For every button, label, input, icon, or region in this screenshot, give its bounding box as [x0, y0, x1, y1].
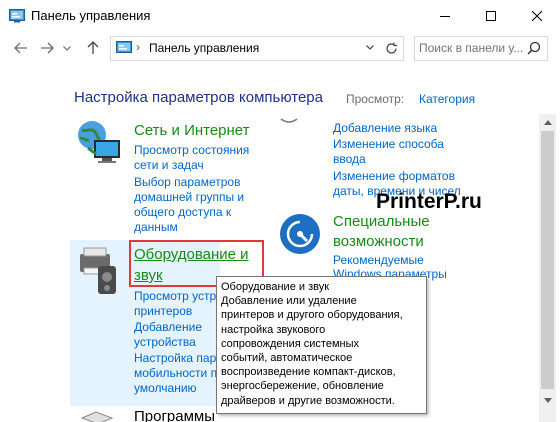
tooltip-line: воспроизведение компакт-дисков,	[221, 366, 396, 379]
view-by-label: Просмотр:	[346, 92, 405, 106]
programs-icon[interactable]	[78, 408, 118, 422]
category-network-internet[interactable]: Сеть и Интернет	[134, 121, 250, 141]
link-change-input-method[interactable]: Изменение способа	[333, 137, 444, 152]
window-title: Панель управления	[31, 8, 151, 23]
breadcrumb[interactable]: Панель управления	[149, 41, 259, 55]
link-add-device-cont[interactable]: устройства	[134, 335, 196, 350]
page-title: Настройка параметров компьютера	[74, 89, 323, 106]
maximize-icon	[486, 10, 496, 21]
forward-button[interactable]	[36, 37, 58, 59]
globe-network-icon	[78, 121, 120, 163]
category-hardware-sound-line2[interactable]: звук	[134, 266, 163, 286]
up-button[interactable]	[82, 37, 104, 59]
minimize-button[interactable]	[422, 0, 468, 31]
link-mobility-settings-cont1[interactable]: мобильности п	[134, 366, 217, 381]
search-input[interactable]	[419, 40, 524, 56]
view-by-dropdown[interactable]: Категория	[419, 92, 475, 106]
network-internet-icon[interactable]	[74, 118, 124, 168]
control-panel-icon	[9, 9, 25, 23]
programs-box-icon	[80, 411, 114, 422]
chevron-down-icon	[366, 45, 374, 50]
tooltip-line: принтеров и другого оборудования,	[221, 309, 403, 322]
address-dropdown[interactable]	[366, 40, 374, 53]
scrollbar-thumb[interactable]	[541, 131, 554, 389]
up-arrow-icon	[87, 41, 99, 54]
close-icon	[532, 10, 542, 21]
tooltip-line: настройка звукового	[221, 323, 326, 336]
chevron-down-icon	[63, 45, 71, 51]
tooltip: Оборудование и звук Добавление или удале…	[216, 276, 427, 414]
back-button[interactable]	[10, 37, 32, 59]
minimize-icon	[440, 15, 450, 17]
address-bar[interactable]: › Панель управления	[110, 36, 404, 61]
link-view-network-status-cont[interactable]: сети и задач	[134, 158, 204, 173]
watermark-text: PrinterP.ru	[376, 190, 482, 213]
link-homegroup-sharing-cont1[interactable]: домашней группы и	[134, 190, 244, 205]
control-panel-icon	[116, 41, 132, 53]
back-arrow-icon	[14, 42, 27, 54]
link-change-formats[interactable]: Изменение форматов	[333, 169, 455, 184]
recent-locations-button[interactable]	[60, 37, 74, 59]
link-add-language[interactable]: Добавление языка	[333, 121, 437, 136]
accessibility-icon	[280, 214, 320, 254]
refresh-button[interactable]	[385, 38, 398, 59]
link-homegroup-sharing-cont3[interactable]: данным	[134, 220, 178, 235]
breadcrumb-separator: ›	[136, 40, 140, 54]
maximize-button[interactable]	[468, 0, 514, 31]
category-hardware-sound-line1[interactable]: Оборудование и	[134, 245, 249, 265]
ease-of-access-icon[interactable]	[278, 212, 322, 256]
clock-language-icon	[280, 118, 298, 123]
link-change-input-method-cont[interactable]: ввода	[333, 152, 366, 167]
scroll-down-icon	[543, 398, 552, 403]
link-mobility-settings[interactable]: Настройка пар	[134, 351, 216, 366]
link-homegroup-sharing[interactable]: Выбор параметров	[134, 175, 240, 190]
close-button[interactable]	[514, 0, 560, 31]
scroll-up-button[interactable]	[539, 114, 556, 131]
search-box[interactable]	[414, 36, 548, 61]
link-mobility-settings-cont2[interactable]: умолчанию	[134, 381, 197, 396]
refresh-icon	[386, 42, 397, 54]
hardware-sound-icon[interactable]	[76, 246, 126, 298]
scroll-up-icon	[543, 120, 552, 125]
search-icon	[527, 41, 541, 55]
tooltip-line: сопровождения системных	[221, 337, 359, 350]
forward-arrow-icon	[41, 42, 54, 54]
category-programs-clip: Программы	[134, 407, 214, 422]
link-view-devices-printers-cont[interactable]: принтеров	[134, 304, 192, 319]
link-view-network-status[interactable]: Просмотр состояния	[134, 143, 249, 158]
link-add-device[interactable]: Добавление	[134, 320, 202, 335]
title-bar: Панель управления	[0, 0, 560, 31]
tooltip-line: Добавление или удаление	[221, 295, 357, 308]
tooltip-line: событий, автоматическое	[221, 352, 353, 365]
tooltip-line: драйверов и другие возможности.	[221, 394, 395, 407]
category-ease-of-access-line2[interactable]: возможности	[333, 232, 424, 252]
category-ease-of-access-line1[interactable]: Специальные	[333, 212, 430, 232]
link-homegroup-sharing-cont2[interactable]: общего доступа к	[134, 205, 231, 220]
link-recommended-settings[interactable]: Рекомендуемые	[333, 253, 424, 268]
tooltip-line: Оборудование и звук	[221, 281, 330, 293]
link-view-devices-printers[interactable]: Просмотр устр	[134, 289, 216, 304]
printer-speaker-icon	[80, 247, 116, 294]
tooltip-line: энергосбережение, обновление	[221, 380, 384, 393]
category-programs[interactable]: Программы	[134, 407, 214, 422]
scroll-down-button[interactable]	[539, 392, 556, 409]
